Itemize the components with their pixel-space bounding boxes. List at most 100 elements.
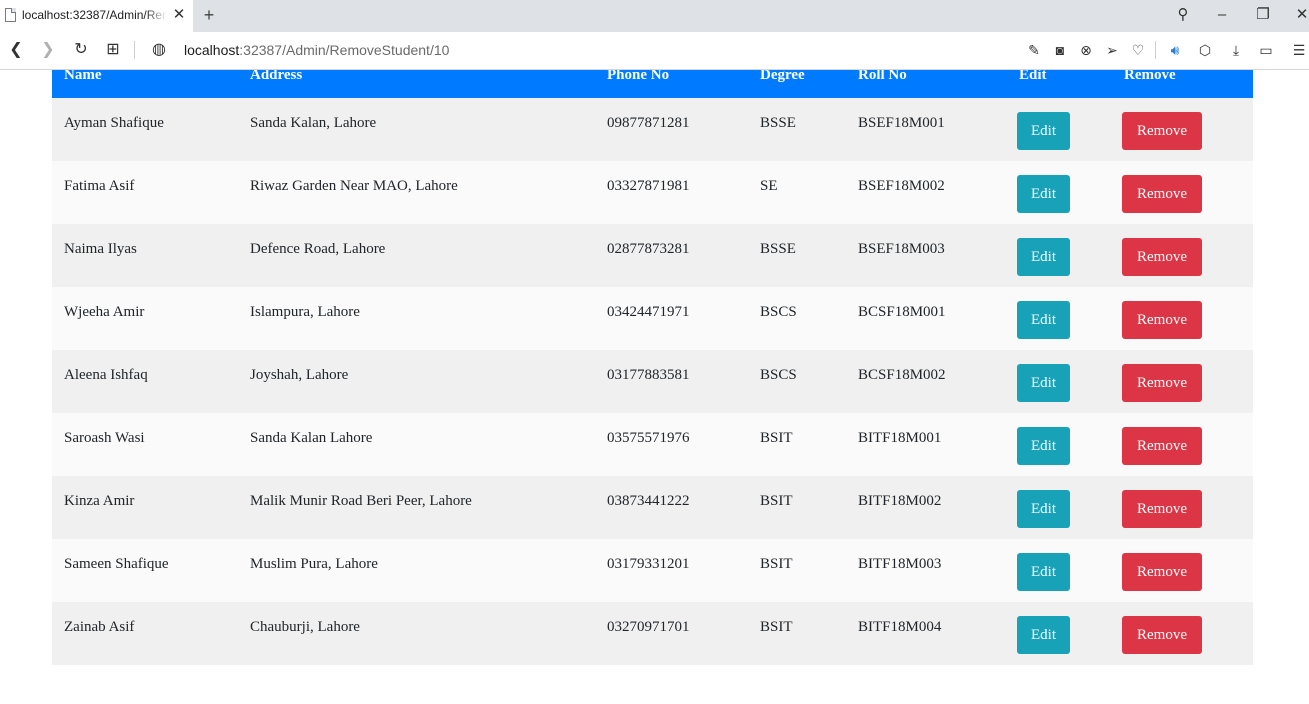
edit-button[interactable]: Edit — [1017, 364, 1070, 402]
cell-edit: Edit — [1007, 287, 1112, 350]
edit-button[interactable]: Edit — [1017, 112, 1070, 150]
cell-remove: Remove — [1112, 287, 1253, 350]
remove-button[interactable]: Remove — [1122, 364, 1202, 402]
restore-icon[interactable]: ❐ — [1252, 4, 1274, 26]
cell-roll: BCSF18M001 — [858, 304, 946, 320]
page-icon — [5, 8, 16, 22]
cell-name: Wjeeha Amir — [64, 304, 145, 320]
header-address: Address — [250, 70, 303, 83]
remove-button[interactable]: Remove — [1122, 112, 1202, 150]
cell-degree: BSIT — [760, 556, 793, 572]
cell-degree: BSSE — [760, 115, 796, 131]
cell-roll: BCSF18M002 — [858, 367, 946, 383]
cell-roll: BITF18M001 — [858, 430, 942, 446]
edit-button[interactable]: Edit — [1017, 427, 1070, 465]
navigation-bar: ❮ ❯ ↻ ⊞ ◍ localhost:32387/Admin/RemoveSt… — [0, 32, 1309, 70]
cell-roll: BITF18M002 — [858, 493, 942, 509]
cell-remove: Remove — [1112, 161, 1253, 224]
cell-remove: Remove — [1112, 539, 1253, 602]
cell-address: Muslim Pura, Lahore — [250, 556, 378, 572]
cell-phone: 03177883581 — [607, 367, 690, 383]
table-row: Aleena Ishfaq Joyshah, Lahore 03177883581 B… — [52, 350, 1253, 413]
cell-remove: Remove — [1112, 476, 1253, 539]
cell-address: Islampura, Lahore — [250, 304, 360, 320]
cell-edit: Edit — [1007, 539, 1112, 602]
header-degree: Degree — [760, 70, 805, 83]
close-window-icon[interactable]: ✕ — [1291, 4, 1309, 26]
edit-button[interactable]: Edit — [1017, 616, 1070, 654]
remove-button[interactable]: Remove — [1122, 616, 1202, 654]
speaker-icon[interactable]: 🔊︎ — [1165, 40, 1185, 60]
edit-button[interactable]: Edit — [1017, 175, 1070, 213]
cell-name: Aleena Ishfaq — [64, 367, 148, 383]
table-row: Zainab Asif Chauburji, Lahore 03270971701 B… — [52, 602, 1253, 665]
cell-phone: 03424471971 — [607, 304, 690, 320]
edit-button[interactable]: Edit — [1017, 238, 1070, 276]
globe-icon[interactable]: ◍ — [148, 39, 170, 61]
table-row: Sameen Shafique Muslim Pura, Lahore 031793… — [52, 539, 1253, 602]
cell-phone: 03270971701 — [607, 619, 690, 635]
cell-phone: 02877873281 — [607, 241, 690, 257]
table-row: Ayman Shafique Sanda Kalan, Lahore 0987787… — [52, 98, 1253, 161]
cell-remove: Remove — [1112, 98, 1253, 161]
search-icon[interactable]: ⚲ — [1172, 4, 1194, 26]
camera-icon[interactable]: ◙ — [1050, 40, 1070, 60]
block-icon[interactable]: ⊗ — [1076, 40, 1096, 60]
address-bar[interactable]: localhost:32387/Admin/RemoveStudent/10 — [184, 42, 449, 60]
cell-name: Ayman Shafique — [64, 115, 164, 131]
refresh-icon[interactable]: ↻ — [70, 39, 92, 61]
cell-name: Kinza Amir — [64, 493, 135, 509]
forward-icon[interactable]: ❯ — [37, 39, 59, 61]
cell-phone: 03575571976 — [607, 430, 690, 446]
cell-roll: BSEF18M003 — [858, 241, 945, 257]
table-row: Kinza Amir Malik Munir Road Beri Peer, La… — [52, 476, 1253, 539]
cell-name: Sameen Shafique — [64, 556, 169, 572]
remove-button[interactable]: Remove — [1122, 238, 1202, 276]
browser-tab[interactable]: localhost:32387/Admin/RemoveStudent/10 ✕ — [0, 0, 193, 32]
back-icon[interactable]: ❮ — [5, 39, 27, 61]
battery-icon[interactable]: ▭ — [1256, 40, 1276, 60]
cell-edit: Edit — [1007, 98, 1112, 161]
edit-button[interactable]: Edit — [1017, 301, 1070, 339]
cell-roll: BITF18M004 — [858, 619, 942, 635]
remove-button[interactable]: Remove — [1122, 175, 1202, 213]
remove-button[interactable]: Remove — [1122, 301, 1202, 339]
minimize-icon[interactable]: – — [1211, 4, 1233, 26]
cell-name: Zainab Asif — [64, 619, 135, 635]
remove-button[interactable]: Remove — [1122, 553, 1202, 591]
cell-phone: 03179331201 — [607, 556, 690, 572]
students-table-container: Name Address Phone No Degree Roll No Edi… — [52, 70, 1253, 665]
header-remove: Remove — [1124, 70, 1176, 83]
tab-grid-icon[interactable]: ⊞ — [102, 39, 124, 61]
cell-address: Sanda Kalan, Lahore — [250, 115, 377, 131]
cell-edit: Edit — [1007, 476, 1112, 539]
table-row: Fatima Asif Riwaz Garden Near MAO, Lahore… — [52, 161, 1253, 224]
cell-degree: BSIT — [760, 619, 793, 635]
menu-icon[interactable]: ☰ — [1289, 40, 1309, 60]
toolbar-divider — [1155, 41, 1156, 59]
new-tab-icon[interactable]: + — [199, 5, 219, 25]
header-edit: Edit — [1019, 70, 1047, 83]
cell-degree: BSCS — [760, 367, 797, 383]
header-phone: Phone No — [607, 70, 670, 83]
edit-page-icon[interactable]: ✎ — [1024, 40, 1044, 60]
cell-degree: BSSE — [760, 241, 796, 257]
cell-edit: Edit — [1007, 413, 1112, 476]
students-table: Name Address Phone No Degree Roll No Edi… — [52, 70, 1253, 665]
edit-button[interactable]: Edit — [1017, 553, 1070, 591]
cell-address: Joyshah, Lahore — [250, 367, 349, 383]
table-row: Wjeeha Amir Islampura, Lahore 03424471971 B… — [52, 287, 1253, 350]
close-tab-icon[interactable]: ✕ — [171, 7, 187, 23]
url-path: :32387/Admin/RemoveStudent/10 — [239, 42, 450, 58]
edit-button[interactable]: Edit — [1017, 490, 1070, 528]
cell-phone: 09877871281 — [607, 115, 690, 131]
tab-title: localhost:32387/Admin/RemoveStudent/10 — [22, 8, 167, 22]
header-name: Name — [64, 70, 102, 83]
cell-address: Defence Road, Lahore — [250, 241, 386, 257]
send-icon[interactable]: ➢ — [1102, 40, 1122, 60]
download-icon[interactable]: ⤓ — [1226, 40, 1246, 60]
remove-button[interactable]: Remove — [1122, 427, 1202, 465]
heart-icon[interactable]: ♡ — [1128, 40, 1148, 60]
remove-button[interactable]: Remove — [1122, 490, 1202, 528]
cube-icon[interactable]: ⬡ — [1195, 40, 1215, 60]
